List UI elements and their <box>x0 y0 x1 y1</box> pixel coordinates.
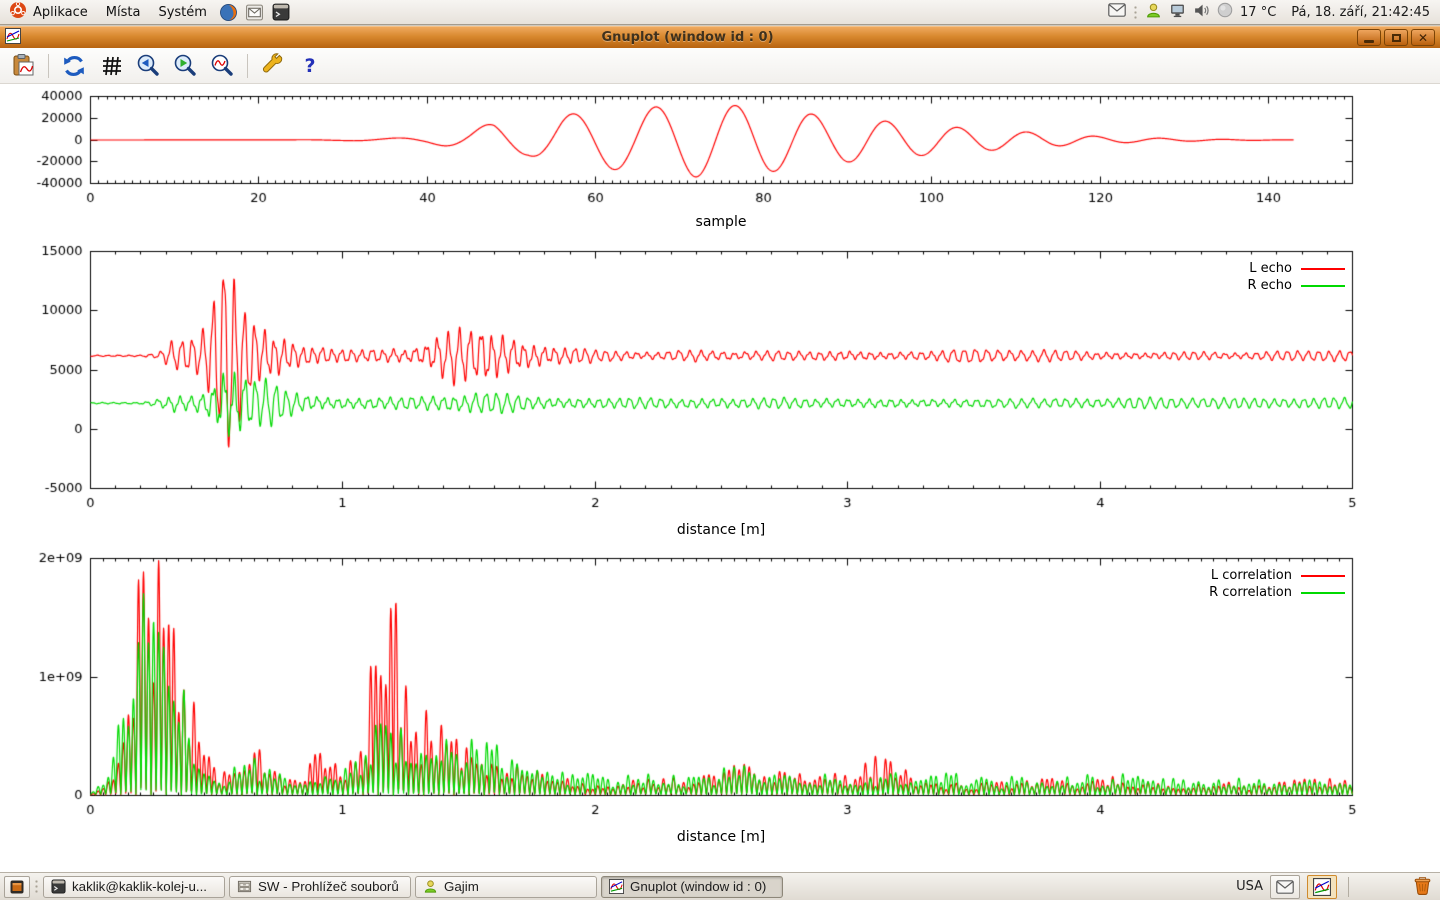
menu-applications-label: Aplikace <box>33 5 88 20</box>
plot3-xlabel: distance [m] <box>571 829 871 845</box>
plot2-legend: L echo R echo <box>1247 260 1345 294</box>
task-file-manager[interactable]: SW - Prohlížeč souborů <box>229 876 411 898</box>
task-terminal[interactable]: kaklik@kaklik-kolej-u... <box>43 876 225 898</box>
task-gnuplot[interactable]: Gnuplot (window id : 0) <box>601 876 783 898</box>
task-label: kaklik@kaklik-kolej-u... <box>72 879 207 894</box>
task-label: Gajim <box>444 879 479 894</box>
firefox-launcher-icon[interactable] <box>216 0 242 25</box>
window-icon <box>5 28 21 48</box>
titlebar[interactable]: Gnuplot (window id : 0) ✕ <box>0 26 1440 48</box>
window-title: Gnuplot (window id : 0) <box>21 30 1354 45</box>
plot-area: sample distance [m] distance [m] L echo … <box>0 84 1440 872</box>
legend-label: R echo <box>1247 278 1292 293</box>
buddy-status-icon[interactable] <box>1145 2 1162 23</box>
task-label: SW - Prohlížeč souborů <box>258 879 399 894</box>
minimize-button[interactable] <box>1357 29 1381 46</box>
zoom-previous-button[interactable] <box>131 50 165 81</box>
show-desktop-button[interactable] <box>4 876 30 898</box>
ubuntu-logo-icon <box>9 1 27 23</box>
menu-places[interactable]: Místa <box>97 0 150 25</box>
applet-handle[interactable] <box>1133 4 1138 21</box>
zoom-next-button[interactable] <box>168 50 202 81</box>
volume-icon[interactable] <box>1193 2 1210 23</box>
legend-line-sample <box>1301 575 1345 577</box>
keyboard-layout-indicator[interactable]: USA <box>1236 879 1263 894</box>
top-panel: Aplikace Místa Systém 17 °C Pá, 18. září… <box>0 0 1440 25</box>
plot2-xlabel: distance [m] <box>571 522 871 538</box>
temperature-label[interactable]: 17 °C <box>1240 5 1276 20</box>
gnuplot-tray-button[interactable] <box>1307 875 1337 899</box>
gnuplot-window: Gnuplot (window id : 0) ✕ ? s <box>0 26 1440 872</box>
configure-button[interactable] <box>256 50 290 81</box>
zoom-autoscale-button[interactable] <box>205 50 239 81</box>
copy-plot-button[interactable] <box>6 50 40 81</box>
plot3-legend: L correlation R correlation <box>1209 567 1345 601</box>
legend-label: L correlation <box>1211 568 1292 583</box>
toolbar-separator <box>247 54 248 78</box>
mail-tray-button[interactable] <box>1270 875 1300 899</box>
weather-icon[interactable] <box>1217 2 1233 22</box>
toolbar: ? <box>0 48 1440 84</box>
legend-entry: L correlation <box>1209 567 1345 584</box>
close-button[interactable]: ✕ <box>1411 29 1435 46</box>
maximize-button[interactable] <box>1384 29 1408 46</box>
menu-places-label: Místa <box>106 5 141 20</box>
trash-icon[interactable] <box>1411 873 1434 900</box>
taskbar: kaklik@kaklik-kolej-u... SW - Prohlížeč … <box>0 872 1440 900</box>
replot-button[interactable] <box>57 50 91 81</box>
task-label: Gnuplot (window id : 0) <box>630 879 766 894</box>
legend-entry: L echo <box>1247 260 1345 277</box>
terminal-launcher-icon[interactable] <box>268 0 294 25</box>
plots-canvas[interactable] <box>0 84 1440 872</box>
display-settings-icon[interactable] <box>1169 2 1186 23</box>
legend-line-sample <box>1301 285 1345 287</box>
legend-label: L echo <box>1249 261 1292 276</box>
taskbar-separator <box>1348 877 1349 897</box>
menu-applications[interactable]: Aplikace <box>0 0 97 25</box>
task-gajim[interactable]: Gajim <box>415 876 597 898</box>
clock[interactable]: Pá, 18. září, 21:42:45 <box>1291 5 1430 20</box>
mail-notification-icon[interactable] <box>1108 3 1126 21</box>
menu-system-label: Systém <box>158 5 206 20</box>
email-launcher-icon[interactable] <box>242 0 268 25</box>
plot1-xlabel: sample <box>571 214 871 230</box>
toolbar-separator <box>48 54 49 78</box>
toggle-grid-button[interactable] <box>94 50 128 81</box>
legend-entry: R echo <box>1247 277 1345 294</box>
window-list-handle[interactable] <box>34 878 39 895</box>
legend-line-sample <box>1301 592 1345 594</box>
legend-label: R correlation <box>1209 585 1292 600</box>
legend-entry: R correlation <box>1209 584 1345 601</box>
help-button[interactable]: ? <box>293 50 327 81</box>
legend-line-sample <box>1301 268 1345 270</box>
menu-system[interactable]: Systém <box>149 0 215 25</box>
